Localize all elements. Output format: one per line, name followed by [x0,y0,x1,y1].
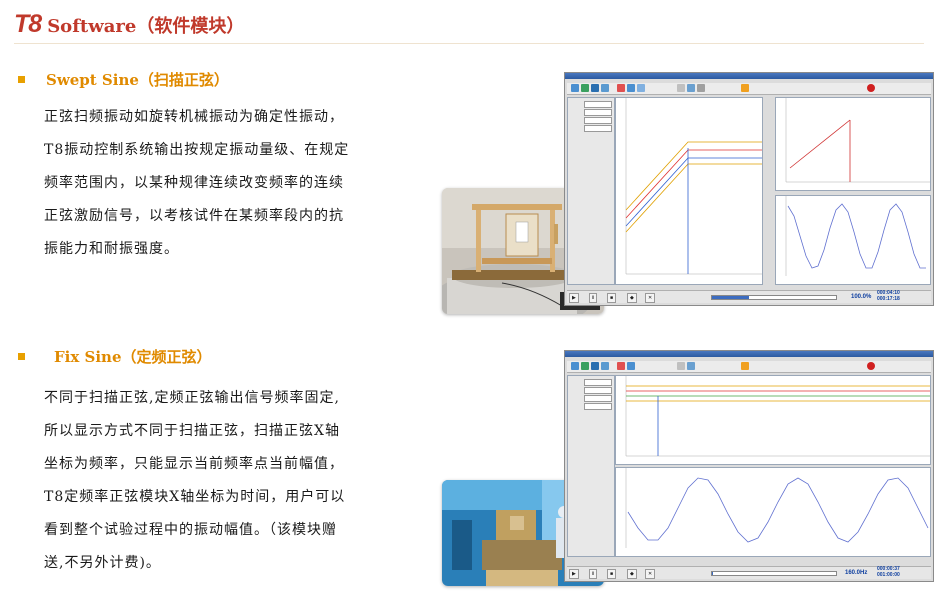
open-icon[interactable] [581,362,589,370]
swept-sine-software-window: ▶ Ⅱ ■ ◆ ✕ 100.0% 000:04:10 000:17:18 [564,72,934,306]
param-field[interactable] [584,387,612,394]
time-waveform-chart [775,195,931,285]
chart-icon[interactable] [627,84,635,92]
open-icon[interactable] [581,84,589,92]
alarm-icon [741,362,749,370]
header-divider [14,43,924,44]
new-icon[interactable] [571,362,579,370]
hold-button[interactable]: ◆ [627,293,637,303]
fix-sine-software-window: ▶ Ⅱ ■ ◆ ✕ 160.0Hz 000:00:37 001:00:00 [564,350,934,582]
cursor-icon[interactable] [677,84,685,92]
param-field[interactable] [584,101,612,108]
pause-button[interactable]: Ⅱ [589,293,598,303]
section-heading-fix-sine: Fix Sine（定频正弦） [54,348,212,366]
section-bullet-icon [18,353,25,360]
abort-button[interactable]: ✕ [645,293,656,303]
test-progress-bar [711,571,837,576]
save-icon[interactable] [591,362,599,370]
sweep-progress-bar [711,295,837,300]
sweep-spectrum-chart [615,97,763,285]
param-field[interactable] [584,109,612,116]
brand-logo: T8 [14,10,42,38]
run-icon[interactable] [617,362,625,370]
total-time-readout: 001:00:00 [877,572,900,578]
page-header: T8 Software（软件模块） [14,10,244,40]
status-bar: ▶ Ⅱ ■ ◆ ✕ 160.0Hz 000:00:37 001:00:00 [567,566,931,579]
stop-indicator-icon [867,84,875,92]
new-icon[interactable] [571,84,579,92]
start-button[interactable]: ▶ [569,569,579,579]
toolbar [567,361,931,373]
start-button[interactable]: ▶ [569,293,579,303]
amplitude-time-chart [615,375,931,465]
section-text-swept-sine: 正弦扫频振动如旋转机械振动为确定性振动， T8振动控制系统输出按规定振动量级、在… [44,109,350,257]
param-field[interactable] [584,125,612,132]
parameter-panel [567,375,615,557]
print-icon[interactable] [601,84,609,92]
frequency-readout: 160.0Hz [845,570,868,576]
stop-indicator-icon [867,362,875,370]
profile-chart [775,97,931,191]
print-icon[interactable] [601,362,609,370]
zoom-readout: 100.0% [851,294,872,300]
abort-button[interactable]: ✕ [645,569,656,579]
settings-icon[interactable] [697,84,705,92]
run-icon[interactable] [617,84,625,92]
status-bar: ▶ Ⅱ ■ ◆ ✕ 100.0% 000:04:10 000:17:18 [567,290,931,303]
stop-button[interactable]: ■ [607,293,617,303]
window-titlebar [565,351,933,357]
grid-icon[interactable] [687,362,695,370]
section-bullet-icon [18,76,25,83]
total-time-readout: 000:17:18 [877,296,900,302]
hold-button[interactable]: ◆ [627,569,637,579]
toolbar [567,83,931,95]
param-field[interactable] [584,117,612,124]
time-waveform-chart [615,467,931,557]
section-text-fix-sine: 不同于扫描正弦,定频正弦输出信号频率固定, 所以显示方式不同于扫描正弦，扫描正弦… [44,390,346,571]
param-field[interactable] [584,403,612,410]
parameter-panel [567,97,615,285]
grid-icon[interactable] [687,84,695,92]
chart-icon[interactable] [627,362,635,370]
pause-button[interactable]: Ⅱ [589,569,598,579]
stop-button[interactable]: ■ [607,569,617,579]
cursor-icon[interactable] [677,362,685,370]
window-titlebar [565,73,933,79]
zoom-icon[interactable] [637,84,645,92]
page-title: Software（软件模块） [47,16,245,37]
alarm-icon [741,84,749,92]
param-field[interactable] [584,379,612,386]
section-heading-swept-sine: Swept Sine（扫描正弦） [46,71,229,89]
save-icon[interactable] [591,84,599,92]
param-field[interactable] [584,395,612,402]
